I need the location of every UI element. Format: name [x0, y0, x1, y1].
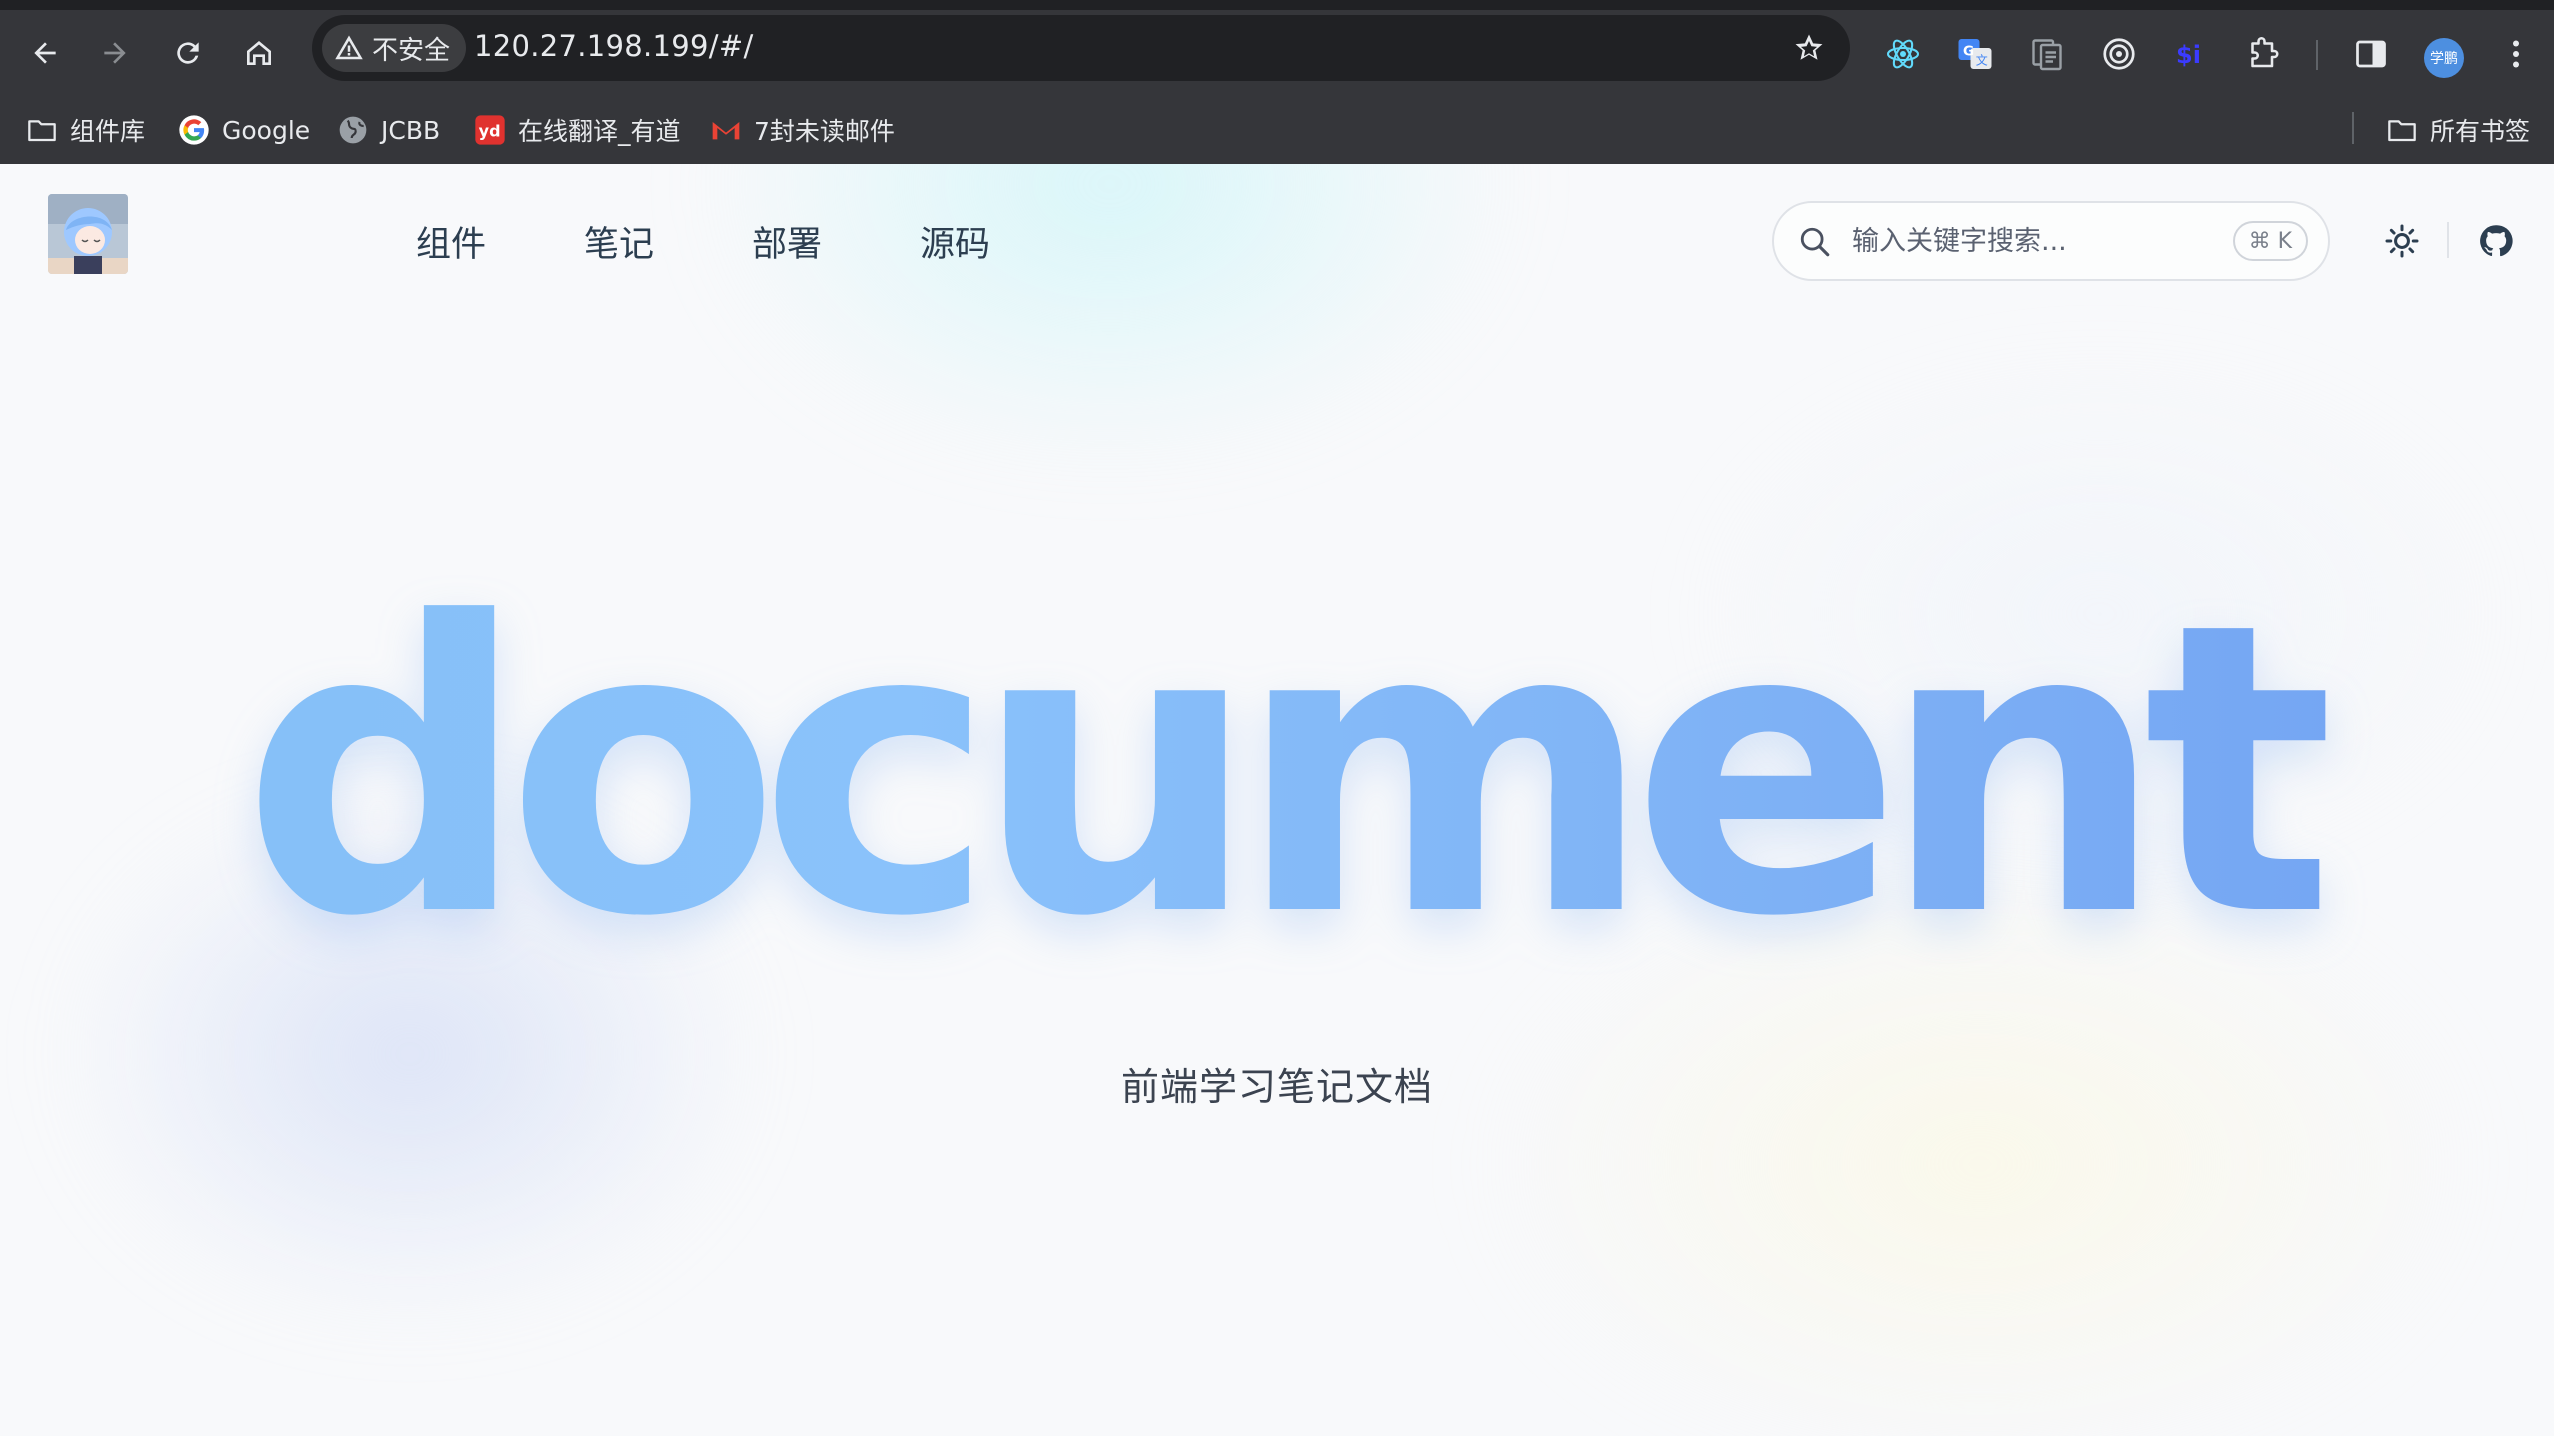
hero-title: document: [0, 572, 2554, 972]
home-icon: [247, 41, 271, 65]
svg-text:$i: $i: [2176, 41, 2201, 69]
background-glow: [700, 164, 1520, 464]
url-text[interactable]: 120.27.198.199/#/: [474, 29, 754, 63]
bookmark-item[interactable]: JCBB: [337, 110, 440, 150]
nav-link-source[interactable]: 源码: [920, 216, 990, 267]
arrow-left-icon: [34, 42, 56, 64]
all-bookmarks-label: 所有书签: [2430, 117, 2531, 146]
toolbar-divider: [2316, 40, 2318, 70]
search-shortcut-badge: ⌘ K: [2232, 221, 2308, 261]
web-page: 组件 笔记 部署 源码 ⌘ K document 前端学习笔记文档: [0, 164, 2554, 1436]
nav-link-components[interactable]: 组件: [416, 216, 486, 267]
bookmark-item[interactable]: yd 在线翻译_有道: [474, 110, 681, 150]
arrow-right-icon: [104, 42, 126, 64]
avatar-logo-icon: [48, 194, 128, 274]
search-input[interactable]: [1852, 219, 2212, 263]
google-translate-extension[interactable]: G文: [1955, 34, 1995, 74]
globe-icon: [339, 116, 367, 144]
bookmark-label: Google: [222, 115, 311, 145]
gmail-icon: [712, 122, 740, 140]
bookmark-label: JCBB: [381, 115, 441, 145]
security-label: 不安全: [372, 35, 451, 66]
browser-chrome: 不安全 120.27.198.199/#/ G文 $i 学鹏 组件库 Googl…: [0, 0, 2554, 164]
bookmark-star-icon[interactable]: [1792, 31, 1826, 65]
back-button[interactable]: [20, 28, 70, 78]
bookmark-label: 在线翻译_有道: [518, 117, 681, 146]
site-logo[interactable]: [48, 194, 128, 274]
document-stack-icon: [2032, 39, 2062, 71]
nav-link-notes[interactable]: 笔记: [584, 216, 654, 267]
search-icon: [1800, 227, 1830, 257]
si-icon: $i: [2176, 41, 2201, 69]
hero-subtitle: 前端学习笔记文档: [1120, 1065, 1433, 1109]
folder-icon: [2388, 120, 2416, 142]
warning-icon: [335, 35, 363, 60]
react-devtools-extension[interactable]: [1883, 34, 1923, 74]
reload-button[interactable]: [163, 28, 213, 78]
side-panel-button[interactable]: [2351, 34, 2391, 74]
security-chip[interactable]: 不安全: [322, 24, 467, 72]
target-extension[interactable]: [2099, 34, 2139, 74]
nav-link-deploy[interactable]: 部署: [752, 216, 822, 267]
google-icon: [179, 115, 209, 145]
svg-text:yd: yd: [479, 122, 501, 141]
bookmarks-bar: 组件库 Google JCBB yd 在线翻译_有道 7封未读邮件 所有书签: [0, 96, 2554, 164]
bookmark-item[interactable]: 组件库: [26, 110, 145, 150]
browser-toolbar: 不安全 120.27.198.199/#/ G文 $i 学鹏: [0, 10, 2554, 96]
svg-text:G: G: [1963, 44, 1974, 60]
translate-icon: G文: [1958, 39, 1992, 69]
folder-icon: [28, 120, 56, 142]
bookmark-label: 组件库: [70, 117, 146, 146]
reload-icon: [177, 42, 199, 64]
tab-strip-edge: [0, 0, 2554, 10]
sun-icon: [2385, 224, 2419, 258]
extensions-button[interactable]: [2243, 34, 2283, 74]
puzzle-icon: [2251, 37, 2279, 68]
site-search[interactable]: ⌘ K: [1772, 201, 2330, 281]
home-button[interactable]: [234, 28, 284, 78]
bookmark-item[interactable]: 7封未读邮件: [710, 110, 895, 150]
header-divider: [2447, 222, 2449, 258]
youdao-icon: yd: [475, 115, 505, 145]
github-link[interactable]: [2477, 222, 2515, 260]
bookmarks-divider: [2352, 112, 2354, 144]
target-icon: [2103, 38, 2135, 70]
forward-button[interactable]: [90, 28, 140, 78]
browser-menu-button[interactable]: [2496, 34, 2536, 74]
reader-extension[interactable]: [2027, 34, 2067, 74]
more-vertical-icon: [2513, 40, 2519, 68]
svg-text:文: 文: [1976, 53, 1988, 68]
bookmark-item[interactable]: Google: [178, 110, 310, 150]
profile-avatar[interactable]: 学鹏: [2424, 38, 2464, 78]
theme-toggle-button[interactable]: [2383, 222, 2421, 260]
side-panel-icon: [2356, 40, 2386, 68]
github-icon: [2480, 225, 2513, 257]
react-icon: [1886, 39, 1920, 69]
address-bar[interactable]: 不安全 120.27.198.199/#/: [312, 15, 1850, 81]
all-bookmarks-button[interactable]: 所有书签: [2386, 110, 2530, 150]
si-extension[interactable]: $i: [2171, 34, 2211, 74]
bookmark-label: 7封未读邮件: [754, 117, 895, 146]
